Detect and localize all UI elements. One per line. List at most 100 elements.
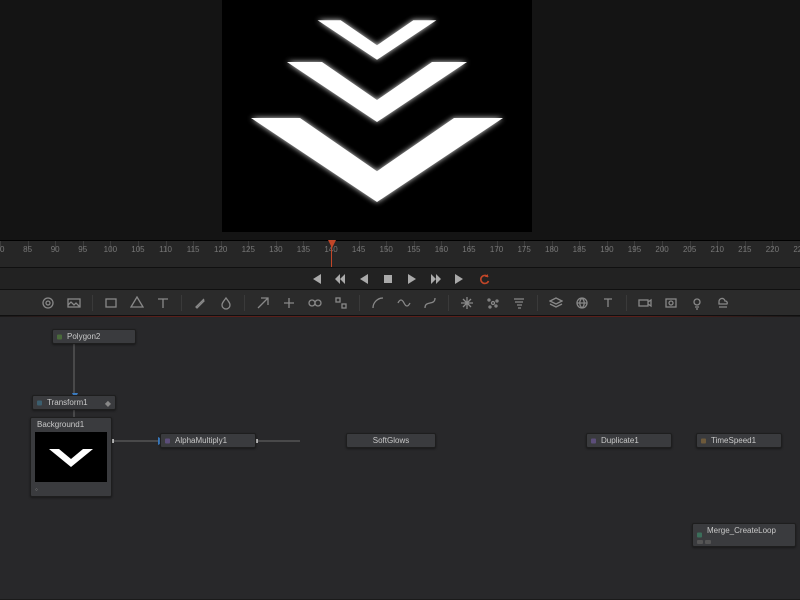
tool-brush-icon[interactable] — [192, 295, 208, 311]
play-fwd-button[interactable] — [404, 271, 420, 287]
tool-camera-icon[interactable] — [637, 295, 653, 311]
ruler-label: 135 — [297, 245, 310, 254]
loop-button[interactable] — [476, 271, 492, 287]
node-label: Polygon2 — [67, 332, 100, 341]
node-label: SoftGlows — [373, 436, 409, 445]
tool-light-icon[interactable] — [689, 295, 705, 311]
node-label: Merge_CreateLoop — [707, 526, 776, 535]
node-alphamultiply[interactable]: AlphaMultiply1 — [160, 433, 256, 448]
node-background[interactable]: Background1 ◦ — [30, 417, 112, 497]
ruler-label: 100 — [104, 245, 117, 254]
node-label: Background1 — [37, 420, 84, 429]
tool-wave-icon[interactable] — [396, 295, 412, 311]
tool-fx3-icon[interactable] — [307, 295, 323, 311]
viewer — [0, 0, 800, 240]
separator — [448, 295, 449, 311]
tool-arc-icon[interactable] — [370, 295, 386, 311]
node-merge[interactable]: Merge_CreateLoop — [692, 523, 796, 547]
separator — [626, 295, 627, 311]
ruler-label: 95 — [78, 245, 87, 254]
viewer-canvas[interactable] — [222, 0, 532, 232]
node-softglow[interactable]: SoftGlows — [346, 433, 436, 448]
node-color-icon — [37, 400, 42, 405]
ruler-label: 125 — [242, 245, 255, 254]
go-end-button[interactable] — [452, 271, 468, 287]
node-polygon[interactable]: Polygon2 — [52, 329, 136, 344]
ruler-label: 150 — [380, 245, 393, 254]
tool-tornado-icon[interactable] — [511, 295, 527, 311]
tool-text2-icon[interactable] — [600, 295, 616, 311]
ruler-label: 90 — [51, 245, 60, 254]
ruler-label: 180 — [545, 245, 558, 254]
tool-shape-icon[interactable] — [129, 295, 145, 311]
ruler-label: 105 — [131, 245, 144, 254]
separator — [92, 295, 93, 311]
go-start-button[interactable] — [308, 271, 324, 287]
ruler-label: 220 — [766, 245, 779, 254]
timeline-ruler[interactable]: 8085909510010511011512012513013514014515… — [0, 240, 800, 268]
play-back-button[interactable] — [356, 271, 372, 287]
node-color-icon — [591, 438, 596, 443]
ruler-label: 210 — [711, 245, 724, 254]
ruler-label: 195 — [628, 245, 641, 254]
separator — [359, 295, 360, 311]
tool-spark-icon[interactable] — [459, 295, 475, 311]
playhead[interactable] — [331, 241, 332, 267]
separator — [181, 295, 182, 311]
tool-text-icon[interactable] — [155, 295, 171, 311]
tool-layers-icon[interactable] — [548, 295, 564, 311]
separator — [244, 295, 245, 311]
ruler-label: 175 — [517, 245, 530, 254]
stop-button[interactable] — [380, 271, 396, 287]
tool-render-icon[interactable] — [663, 295, 679, 311]
tool-fx1-icon[interactable] — [255, 295, 271, 311]
tool-drop-icon[interactable] — [218, 295, 234, 311]
ruler-label: 170 — [490, 245, 503, 254]
preview-image — [227, 0, 527, 232]
ruler-label: 80 — [0, 245, 4, 254]
tool-snapshot-icon[interactable] — [40, 295, 56, 311]
node-label: Transform1 — [47, 398, 88, 407]
tool-fx2-icon[interactable] — [281, 295, 297, 311]
step-back-button[interactable] — [332, 271, 348, 287]
ruler-label: 120 — [214, 245, 227, 254]
node-footer-icon: ◦ — [35, 485, 38, 494]
ruler-label: 145 — [352, 245, 365, 254]
tool-fx4-icon[interactable] — [333, 295, 349, 311]
node-timespeed[interactable]: TimeSpeed1 — [696, 433, 782, 448]
node-label: AlphaMultiply1 — [175, 436, 227, 445]
ruler-label: 130 — [269, 245, 282, 254]
chevron-icon: ◆ — [105, 399, 111, 408]
tool-rect-icon[interactable] — [103, 295, 119, 311]
ruler-label: 190 — [600, 245, 613, 254]
tool-fog-icon[interactable] — [715, 295, 731, 311]
node-toolbar — [0, 290, 800, 316]
node-graph[interactable]: Polygon2 Transform1 ◆ Background1 ◦ Alph… — [0, 317, 800, 599]
ruler-label: 225 — [793, 245, 800, 254]
ruler-label: 205 — [683, 245, 696, 254]
ruler-label: 155 — [407, 245, 420, 254]
tool-image-icon[interactable] — [66, 295, 82, 311]
ruler-label: 115 — [187, 245, 200, 254]
tool-curve-icon[interactable] — [422, 295, 438, 311]
ruler-label: 110 — [159, 245, 172, 254]
ruler-label: 200 — [655, 245, 668, 254]
ruler-label: 185 — [573, 245, 586, 254]
tool-particle-icon[interactable] — [485, 295, 501, 311]
node-transform[interactable]: Transform1 ◆ — [32, 395, 116, 410]
ruler-label: 85 — [23, 245, 32, 254]
ruler-label: 160 — [435, 245, 448, 254]
step-fwd-button[interactable] — [428, 271, 444, 287]
ruler-label: 215 — [738, 245, 751, 254]
node-label: TimeSpeed1 — [711, 436, 756, 445]
node-thumbnail — [35, 432, 107, 482]
node-duplicate[interactable]: Duplicate1 — [586, 433, 672, 448]
tool-globe-icon[interactable] — [574, 295, 590, 311]
node-label: Duplicate1 — [601, 436, 639, 445]
node-color-icon — [697, 533, 702, 538]
node-footer-icon — [697, 540, 711, 544]
node-color-icon — [57, 334, 62, 339]
transport-bar — [0, 268, 800, 290]
node-color-icon — [701, 438, 706, 443]
separator — [537, 295, 538, 311]
